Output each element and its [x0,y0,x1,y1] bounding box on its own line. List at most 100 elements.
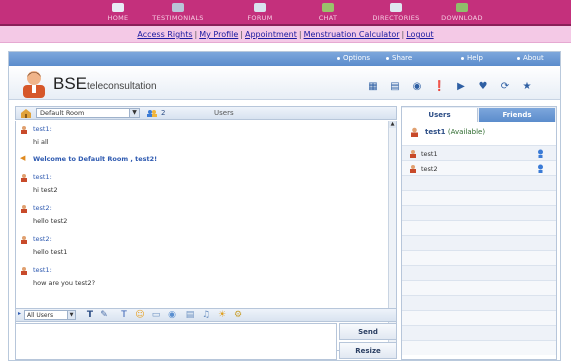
binoculars-icon[interactable]: ▦ [367,81,379,93]
options-bar: Options Share Help About [9,52,560,66]
chat-toolbar: ▦ ▤ ◉ ❗ ▶ ♥ ⟳ ★ [367,81,557,95]
send-button[interactable]: Send [339,323,397,340]
exclamation-icon[interactable]: ❗ [433,81,445,93]
nav-chat-label: CHAT [318,14,338,22]
refresh-icon[interactable]: ⟳ [499,81,511,93]
users-label: Users [214,109,234,117]
account-links-bar: Access Rights | My Profile | Appointment | Men… [0,26,571,43]
recipient-select[interactable]: All Users ▼ [24,310,76,320]
font-color-icon[interactable]: T [118,310,130,321]
nav-directories-label: DIRECTORIES [372,14,420,22]
image-icon[interactable]: ▭ [150,310,162,321]
expand-arrow-icon[interactable]: ▸ [18,310,21,317]
user-avatar-icon [21,174,27,182]
nav-home[interactable]: HOME [88,3,148,22]
home-icon [112,3,124,12]
user-avatar-icon [21,267,27,275]
star-icon[interactable]: ★ [521,81,533,93]
speaker-icon: ◀ [20,154,26,162]
sound-icon[interactable]: ▶ [455,81,467,93]
empty-row [402,325,556,340]
message-input[interactable] [15,323,337,360]
message: test2: hello test1 [20,235,67,256]
scroll-up-icon[interactable]: ▲ [389,121,396,128]
emoticon-icon[interactable]: ☀ [216,310,228,321]
heart-icon[interactable]: ♥ [477,81,489,93]
user-profile-icon[interactable]: ◉ [411,81,423,93]
message: test1: hi all [20,125,52,146]
nav-home-label: HOME [107,14,129,22]
empty-row [402,250,556,265]
settings-icon[interactable]: ⚙ [232,310,244,321]
snapshot-icon[interactable]: ◉ [166,310,178,321]
empty-row [402,190,556,205]
user-avatar-icon [410,150,416,158]
forum-icon [254,3,266,12]
webcam-icon[interactable] [537,164,544,173]
tab-users[interactable]: Users [402,108,478,122]
user-row[interactable]: test2 [402,160,556,175]
empty-row [402,205,556,220]
users-panel: Users Friends test1 (Available) test1 te… [401,106,557,360]
webcam-icon[interactable] [537,149,544,158]
room-select[interactable]: Default Room ▼ [36,108,140,118]
doctor-logo-icon [23,71,45,98]
resize-button[interactable]: Resize [339,342,397,359]
chat-header: BSEteleconsultation ▦ ▤ ◉ ❗ ▶ ♥ ⟳ ★ [9,66,560,100]
empty-row [402,175,556,190]
text-style-icon[interactable]: T [84,310,96,321]
message: test2: hello test2 [20,204,67,225]
options-menu[interactable]: Options [337,54,370,62]
message: test1: hi test2 [20,173,58,194]
user-count: 2 [161,109,166,117]
pen-icon[interactable]: ✎ [98,310,110,321]
smiley-icon[interactable]: ☺ [134,310,146,321]
directories-icon [390,3,402,12]
nav-download[interactable]: DOWNLOAD [432,3,492,22]
user-list: test1 test2 [402,145,556,359]
empty-row [402,310,556,325]
user-avatar-icon [410,165,416,173]
welcome-message: ◀ Welcome to Default Room , test2! [20,154,158,163]
nav-testimonials[interactable]: TESTIMONIALS [148,3,208,22]
users-icon [147,110,157,117]
empty-row [402,295,556,310]
link-appointment[interactable]: Appointment [245,30,297,39]
room-bar: Default Room ▼ 2 Users [15,106,397,120]
link-access-rights[interactable]: Access Rights [137,30,192,39]
nav-testimonials-label: TESTIMONIALS [152,14,204,22]
empty-row [402,340,556,355]
chat-application: Options Share Help About BSEteleconsulta… [8,51,561,361]
format-toolbar: ▸ All Users ▼ T ✎ T ☺ ▭ ◉ ▤ ♫ ☀ ⚙ [15,308,397,322]
nav-download-label: DOWNLOAD [441,14,483,22]
message: test1: how are you test2? [20,266,95,287]
empty-row [402,220,556,235]
music-icon[interactable]: ♫ [200,310,212,321]
top-navigation: HOME TESTIMONIALS FORUM CHAT DIRECTORIES… [0,0,571,26]
user-row[interactable]: test1 [402,145,556,160]
user-avatar-icon [21,126,27,134]
help-menu[interactable]: Help [461,54,483,62]
link-logout[interactable]: Logout [406,30,433,39]
empty-row [402,235,556,250]
nav-chat[interactable]: CHAT [298,3,358,22]
chat-icon [322,3,334,12]
share-menu[interactable]: Share [386,54,412,62]
empty-row [402,265,556,280]
nav-forum[interactable]: FORUM [230,3,290,22]
whiteboard-icon[interactable]: ▤ [389,81,401,93]
brand-title: BSEteleconsultation [53,74,157,93]
download-icon [456,3,468,12]
user-avatar-icon [411,127,418,137]
testimonials-icon [172,3,184,12]
chevron-down-icon: ▼ [129,109,139,117]
user-avatar-icon [21,236,27,244]
nav-directories[interactable]: DIRECTORIES [366,3,426,22]
about-menu[interactable]: About [517,54,544,62]
link-my-profile[interactable]: My Profile [199,30,238,39]
house-icon [21,109,31,118]
file-icon[interactable]: ▤ [184,310,196,321]
link-menstruation-calculator[interactable]: Menstruation Calculator [304,30,400,39]
user-avatar-icon [21,205,27,213]
tab-friends[interactable]: Friends [479,108,555,122]
